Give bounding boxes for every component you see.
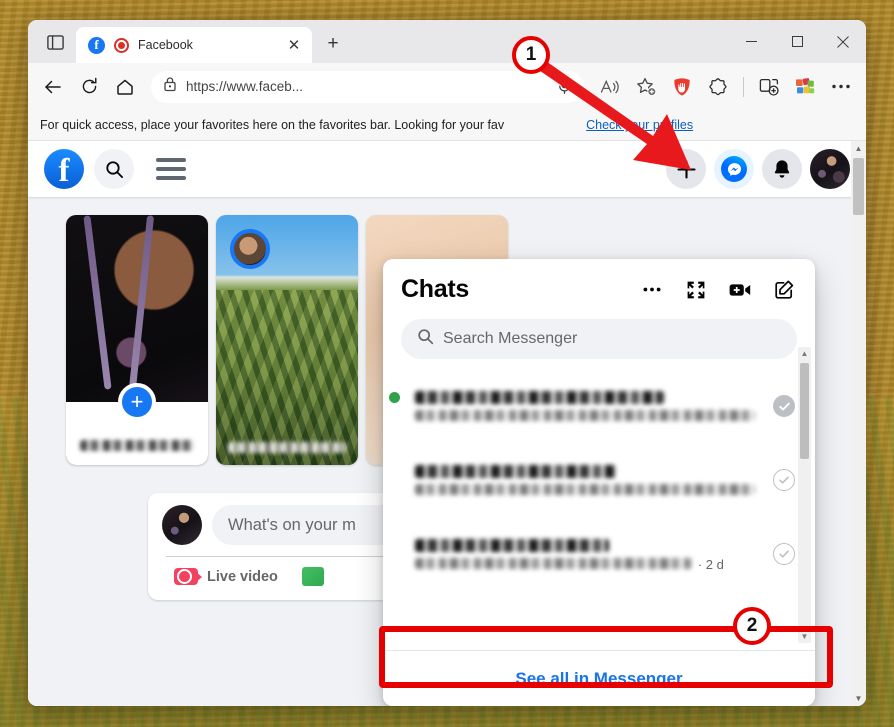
chat-row-text [415, 388, 761, 424]
story-card[interactable] [216, 215, 358, 465]
plus-icon[interactable]: + [118, 383, 156, 421]
microphone-icon[interactable] [550, 73, 578, 101]
facebook-logo[interactable]: f [44, 149, 84, 189]
live-video-icon [174, 568, 202, 585]
chat-name-redacted [415, 465, 616, 478]
see-all-in-messenger-button[interactable]: See all in Messenger [383, 650, 815, 706]
add-favorite-icon[interactable] [629, 70, 663, 104]
chat-snippet-redacted [415, 410, 755, 421]
record-icon [114, 37, 129, 53]
page-title: Chats [401, 275, 469, 303]
scrollbar-thumb[interactable] [800, 363, 809, 459]
browser-window: f Facebook ✕ + https://www.faceb... For … [28, 20, 866, 706]
close-window-icon[interactable] [820, 20, 866, 63]
copilot-icon[interactable] [701, 70, 735, 104]
chat-name-redacted [415, 391, 665, 404]
photo-video-icon [301, 567, 324, 586]
story-label-redacted [80, 440, 194, 451]
navigation-toolbar: https://www.faceb... [28, 63, 866, 110]
chat-row-text [415, 462, 761, 498]
messenger-button[interactable] [714, 149, 754, 189]
list-item[interactable] [393, 443, 809, 517]
chats-header-actions [639, 277, 797, 303]
home-icon[interactable] [108, 70, 142, 104]
search-messenger-input[interactable]: Search Messenger [401, 319, 797, 359]
chat-name-redacted [415, 539, 609, 552]
profile-avatar[interactable] [810, 149, 850, 189]
create-story-card[interactable]: + [66, 215, 208, 465]
live-video-label: Live video [207, 568, 278, 585]
search-icon [417, 328, 434, 350]
list-item[interactable]: · 2 d [393, 517, 809, 591]
check-circle-filled-icon[interactable] [773, 395, 795, 417]
read-aloud-icon[interactable] [593, 70, 627, 104]
chats-panel-header: Chats [383, 259, 815, 310]
photo-video-button[interactable] [290, 557, 345, 596]
desktop-wallpaper: f Facebook ✕ + https://www.faceb... For … [0, 0, 894, 727]
page-scrollbar[interactable]: ▲ ▼ [851, 141, 866, 706]
annotation-badge-1: 1 [512, 36, 550, 74]
search-messenger-placeholder: Search Messenger [443, 330, 578, 347]
collections-icon[interactable] [788, 70, 822, 104]
split-screen-icon[interactable] [752, 70, 786, 104]
story-author-avatar [230, 229, 270, 269]
maximize-icon[interactable] [774, 20, 820, 63]
lock-icon [163, 76, 177, 97]
chats-panel-scrollbar[interactable]: ▲ ▼ [798, 347, 811, 643]
chat-timestamp: · 2 d [697, 557, 724, 572]
compose-icon[interactable] [771, 277, 797, 303]
tab-strip: f Facebook ✕ + [28, 20, 866, 63]
check-circle-outline-icon[interactable] [773, 469, 795, 491]
scroll-down-icon[interactable]: ▼ [798, 630, 811, 643]
story-image-detail [128, 215, 155, 390]
hamburger-menu-icon[interactable] [156, 149, 196, 189]
new-tab-button[interactable]: + [318, 29, 348, 59]
facebook-top-navigation: f [28, 141, 866, 197]
ellipsis-icon[interactable] [639, 277, 665, 303]
scroll-up-icon[interactable]: ▲ [798, 347, 811, 360]
chat-snippet-redacted [415, 484, 755, 495]
composer-avatar[interactable] [162, 505, 202, 545]
address-bar[interactable]: https://www.faceb... [151, 70, 584, 103]
scroll-down-icon[interactable]: ▼ [851, 691, 866, 706]
check-your-profiles-link[interactable]: Check your profiles [586, 118, 693, 132]
window-controls [728, 20, 866, 63]
close-icon[interactable]: ✕ [282, 33, 306, 57]
facebook-icon: f [88, 36, 105, 54]
annotation-badge-2: 2 [733, 607, 771, 645]
url-text: https://www.faceb... [186, 79, 304, 94]
facebook-header-actions [666, 149, 850, 189]
favorites-bar: For quick access, place your favorites h… [28, 110, 866, 141]
create-plus-button[interactable] [666, 149, 706, 189]
refresh-icon[interactable] [72, 70, 106, 104]
minimize-icon[interactable] [728, 20, 774, 63]
tab-title: Facebook [138, 38, 193, 52]
messenger-icon [721, 156, 747, 182]
expand-icon[interactable] [683, 277, 709, 303]
story-label-redacted [228, 442, 346, 453]
notifications-button[interactable] [762, 149, 802, 189]
favorites-bar-message: For quick access, place your favorites h… [40, 118, 505, 132]
browser-tab-facebook[interactable]: f Facebook ✕ [76, 27, 312, 63]
story-image-detail [216, 290, 358, 465]
shield-icon[interactable] [665, 70, 699, 104]
video-camera-plus-icon[interactable] [727, 277, 753, 303]
facebook-search-button[interactable] [94, 149, 134, 189]
list-item[interactable] [387, 369, 809, 443]
more-settings-icon[interactable] [824, 70, 858, 104]
tab-actions-icon[interactable] [38, 25, 72, 59]
chat-snippet-redacted [415, 558, 692, 569]
back-arrow-icon[interactable] [36, 70, 70, 104]
toolbar-divider [743, 76, 744, 97]
scrollbar-thumb[interactable] [853, 158, 864, 215]
scroll-up-icon[interactable]: ▲ [851, 141, 866, 156]
story-image-detail [83, 215, 112, 390]
live-video-button[interactable]: Live video [162, 558, 290, 595]
check-circle-outline-icon[interactable] [773, 543, 795, 565]
chat-row-text: · 2 d [415, 536, 761, 572]
online-status-dot [387, 390, 402, 405]
